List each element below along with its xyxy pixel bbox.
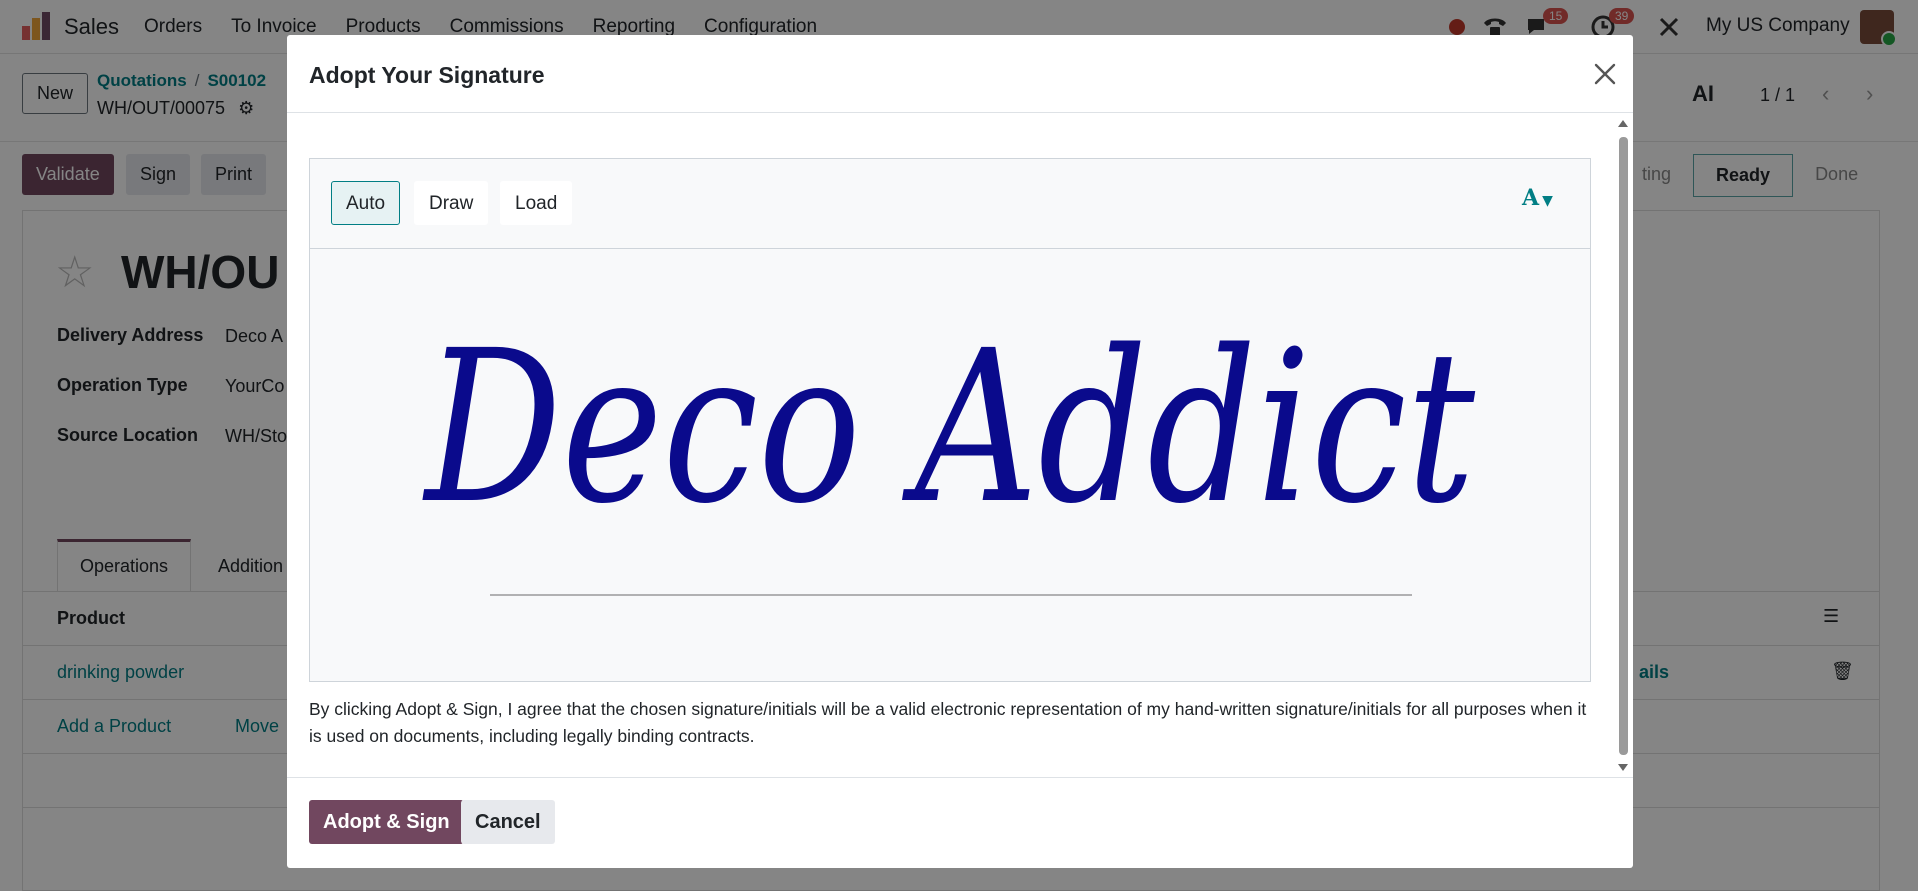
draw-mode-button[interactable]: Draw <box>414 181 489 225</box>
signature-text: Deco Addict <box>422 305 1476 550</box>
cancel-button[interactable]: Cancel <box>461 800 555 844</box>
signature-toolbar: Auto Draw Load A ▼ <box>310 159 1590 249</box>
close-icon[interactable] <box>1590 59 1620 89</box>
load-mode-button[interactable]: Load <box>500 181 573 225</box>
auto-mode-button[interactable]: Auto <box>331 181 401 225</box>
signature-dialog: Adopt Your Signature Auto Draw Load A ▼ D… <box>287 35 1633 868</box>
dialog-title: Adopt Your Signature <box>309 62 545 88</box>
dialog-body: Auto Draw Load A ▼ Deco Addict By clickin… <box>287 113 1633 777</box>
dialog-header: Adopt Your Signature <box>287 35 1633 113</box>
signature-panel: Auto Draw Load A ▼ Deco Addict <box>309 158 1591 682</box>
font-selector-button[interactable]: A ▼ <box>1522 185 1553 211</box>
dialog-footer: Adopt & Sign Cancel <box>287 777 1633 868</box>
dialog-scrollbar-thumb[interactable] <box>1619 137 1628 755</box>
adopt-sign-button[interactable]: Adopt & Sign <box>309 800 464 844</box>
legal-notice: By clicking Adopt & Sign, I agree that t… <box>309 699 1587 746</box>
signature-canvas[interactable]: Deco Addict <box>310 250 1590 682</box>
font-letter-icon: A <box>1522 185 1540 211</box>
caret-down-icon: ▼ <box>1542 193 1553 209</box>
